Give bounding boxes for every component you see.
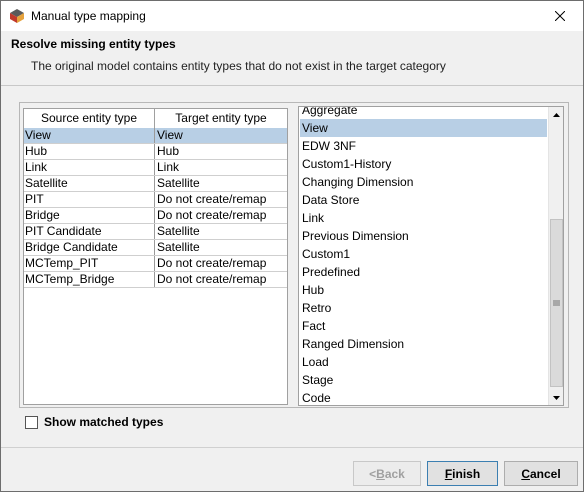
table-row[interactable]: MCTemp_PIT Do not create/remap	[24, 256, 287, 272]
column-header-target[interactable]: Target entity type	[155, 109, 287, 128]
source-type-cell[interactable]: Bridge	[24, 208, 155, 223]
cancel-button-rest: ancel	[529, 466, 561, 481]
table-header: Source entity type Target entity type	[24, 109, 287, 128]
header-description: The original model contains entity types…	[31, 59, 446, 73]
window-title: Manual type mapping	[31, 9, 146, 23]
column-header-source[interactable]: Source entity type	[24, 109, 155, 128]
list-item[interactable]: EDW 3NF	[300, 137, 547, 155]
list-item[interactable]: Retro	[300, 299, 547, 317]
list-item[interactable]: Code	[300, 389, 547, 405]
back-button[interactable]: < Back	[353, 461, 421, 486]
list-item[interactable]: Custom1-History	[300, 155, 547, 173]
table-row[interactable]: Link Link	[24, 160, 287, 176]
list-scrollbar[interactable]	[548, 107, 563, 405]
arrow-up-icon	[553, 112, 560, 117]
target-type-cell[interactable]: Link	[155, 160, 287, 175]
back-button-rest: ack	[384, 466, 405, 481]
source-type-cell[interactable]: MCTemp_Bridge	[24, 272, 155, 287]
finish-button-mnemonic: F	[444, 466, 453, 481]
table-body: View View Hub Hub Link Link Satellite Satellite…	[24, 128, 287, 288]
list-item[interactable]: Stage	[300, 371, 547, 389]
list-item[interactable]: Predefined	[300, 263, 547, 281]
source-type-cell[interactable]: Satellite	[24, 176, 155, 191]
mapping-panel: Source entity type Target entity type Vi…	[19, 102, 569, 408]
table-row[interactable]: Bridge Do not create/remap	[24, 208, 287, 224]
target-type-cell[interactable]: Satellite	[155, 240, 287, 255]
source-type-cell[interactable]: Link	[24, 160, 155, 175]
finish-button-rest: inish	[452, 466, 481, 481]
table-row[interactable]: PIT Candidate Satellite	[24, 224, 287, 240]
cancel-button[interactable]: Cancel	[504, 461, 578, 486]
close-button[interactable]	[537, 1, 583, 31]
target-type-cell[interactable]: Do not create/remap	[155, 272, 287, 287]
scroll-up-button[interactable]	[549, 107, 563, 122]
source-type-cell[interactable]: PIT	[24, 192, 155, 207]
back-button-prefix: <	[369, 466, 377, 481]
list-item[interactable]: Load	[300, 353, 547, 371]
app-logo-icon	[9, 8, 25, 24]
table-row[interactable]: MCTemp_Bridge Do not create/remap	[24, 272, 287, 288]
target-type-list: Aggregate View EDW 3NF Custom1-History Chang…	[298, 106, 564, 406]
list-item[interactable]: Changing Dimension	[300, 173, 547, 191]
source-type-cell[interactable]: View	[24, 128, 155, 143]
target-type-cell[interactable]: Satellite	[155, 224, 287, 239]
grip-icon	[553, 300, 560, 306]
target-type-cell[interactable]: Do not create/remap	[155, 192, 287, 207]
table-row[interactable]: Hub Hub	[24, 144, 287, 160]
list-item[interactable]: Custom1	[300, 245, 547, 263]
list-item[interactable]: Fact	[300, 317, 547, 335]
title-bar: Manual type mapping	[1, 1, 583, 31]
target-type-cell[interactable]: Satellite	[155, 176, 287, 191]
list-item[interactable]: Link	[300, 209, 547, 227]
list-item[interactable]: Ranged Dimension	[300, 335, 547, 353]
scroll-down-button[interactable]	[549, 390, 563, 405]
source-type-cell[interactable]: Hub	[24, 144, 155, 159]
footer-divider	[1, 447, 583, 448]
list-item[interactable]: Aggregate	[300, 107, 547, 119]
table-row[interactable]: PIT Do not create/remap	[24, 192, 287, 208]
source-type-cell[interactable]: Bridge Candidate	[24, 240, 155, 255]
list-item[interactable]: Hub	[300, 281, 547, 299]
close-icon	[555, 11, 565, 21]
arrow-down-icon	[553, 395, 560, 400]
target-type-list-items: Aggregate View EDW 3NF Custom1-History Chang…	[300, 107, 547, 405]
target-type-cell[interactable]: Hub	[155, 144, 287, 159]
table-row[interactable]: Bridge Candidate Satellite	[24, 240, 287, 256]
cancel-button-mnemonic: C	[521, 466, 530, 481]
list-item[interactable]: View	[300, 119, 547, 137]
header-title: Resolve missing entity types	[11, 37, 176, 51]
show-matched-types-checkbox[interactable]	[25, 415, 38, 429]
manual-type-mapping-dialog: Manual type mapping Resolve missing enti…	[0, 0, 584, 492]
show-matched-types-label[interactable]: Show matched types	[44, 415, 163, 429]
source-type-cell[interactable]: MCTemp_PIT	[24, 256, 155, 271]
target-type-cell[interactable]: Do not create/remap	[155, 208, 287, 223]
show-matched-types-option[interactable]: Show matched types	[25, 415, 163, 429]
back-button-mnemonic: B	[376, 466, 385, 481]
table-row[interactable]: View View	[24, 128, 287, 144]
list-item[interactable]: Previous Dimension	[300, 227, 547, 245]
list-item[interactable]: Data Store	[300, 191, 547, 209]
finish-button[interactable]: Finish	[427, 461, 498, 486]
dialog-header: Resolve missing entity types The origina…	[1, 31, 583, 85]
scroll-thumb[interactable]	[550, 219, 563, 387]
table-row[interactable]: Satellite Satellite	[24, 176, 287, 192]
target-type-cell[interactable]: Do not create/remap	[155, 256, 287, 271]
source-type-cell[interactable]: PIT Candidate	[24, 224, 155, 239]
mapping-table: Source entity type Target entity type Vi…	[23, 108, 288, 405]
header-divider	[1, 85, 583, 86]
target-type-cell[interactable]: View	[155, 128, 287, 143]
